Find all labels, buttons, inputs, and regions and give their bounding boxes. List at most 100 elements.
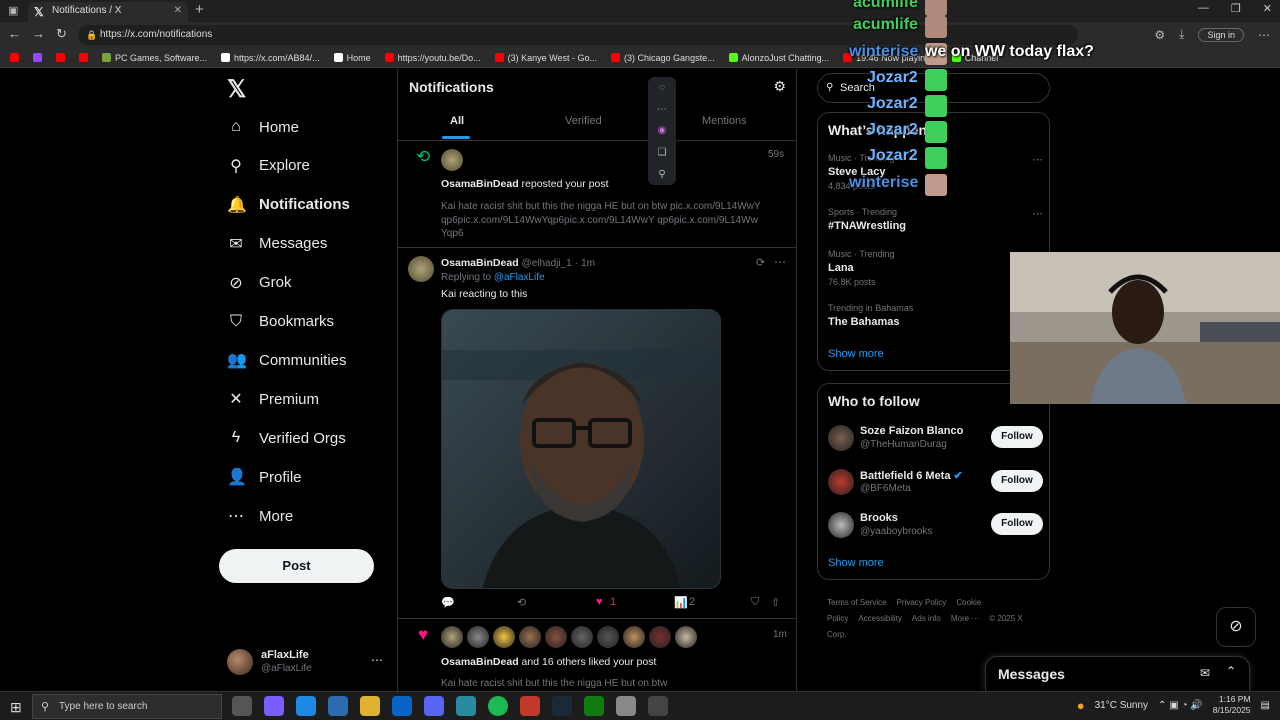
footer-link[interactable]: Terms of Service — [827, 598, 887, 607]
settings-gear-icon[interactable]: ⚙ — [773, 78, 786, 95]
liked-post-text[interactable]: Kai hate racist shit but this the nigga … — [441, 678, 667, 689]
nav-item-profile[interactable]: 👤 Profile — [227, 462, 302, 492]
likes-notification[interactable]: ♥ 1m OsamaBinDead and 16 others liked yo… — [398, 619, 796, 691]
nav-item-home[interactable]: ⌂ Home — [227, 112, 299, 142]
like-icon[interactable]: ♥ — [596, 596, 603, 608]
liker-avatar[interactable] — [545, 626, 567, 648]
account-more-icon[interactable]: ⋯ — [371, 653, 383, 667]
bookmark-item[interactable]: Channel — [951, 53, 998, 63]
repost-user[interactable]: OsamaBinDead — [441, 178, 519, 190]
bookmark-item[interactable]: Home — [333, 53, 371, 63]
xbox-app-icon[interactable] — [584, 696, 604, 716]
follow-button[interactable]: Follow — [991, 469, 1043, 492]
new-message-icon[interactable]: ✉ — [1200, 666, 1210, 680]
windows-start-icon[interactable]: ⊞ — [10, 699, 22, 716]
trend-item[interactable]: Music · Trending Steve Lacy 4,834 posts ⋯ — [828, 153, 1043, 191]
app-icon[interactable] — [616, 696, 636, 716]
bookmark-icon[interactable]: ⛉ — [751, 596, 759, 609]
bookmark-item[interactable] — [33, 53, 42, 62]
nav-item-grok[interactable]: ⊘ Grok — [227, 268, 291, 298]
likes-user[interactable]: OsamaBinDead — [441, 656, 519, 668]
reply-handle[interactable]: @elhadji_1 — [522, 258, 572, 269]
follow-suggestion[interactable]: Battlefield 6 Meta ✔ @BF6Meta Follow — [828, 467, 1043, 497]
tab-mentions[interactable]: Mentions — [702, 115, 747, 127]
liker-avatar[interactable] — [597, 626, 619, 648]
account-switcher[interactable]: aFlaxLife @aFlaxLife ⋯ — [227, 647, 387, 677]
bookmark-item[interactable]: (3) Chicago Gangste... — [611, 53, 715, 63]
footer-link[interactable]: More ··· — [951, 614, 979, 623]
copy-icon[interactable]: ❏ — [658, 147, 667, 158]
refresh-icon[interactable]: ↻ — [56, 26, 67, 42]
browser-tab[interactable]: 𝕏 Notifications / X ✕ — [28, 2, 188, 22]
nav-item-more[interactable]: ⋯ More — [227, 501, 293, 531]
app-icon[interactable] — [456, 696, 476, 716]
bookmark-item[interactable]: (3) Kanye West - Go... — [494, 53, 597, 63]
maximize-icon[interactable]: ❐ — [1231, 2, 1241, 15]
expand-icon[interactable]: ⌃ — [1226, 664, 1236, 678]
site-info-icon[interactable]: 🔒 — [86, 25, 97, 45]
steam-app-icon[interactable] — [552, 696, 572, 716]
share-icon[interactable]: ⇧ — [771, 596, 780, 609]
menu-dots-icon[interactable]: ⋯ — [1258, 28, 1270, 42]
tray-icons[interactable]: ⌃ ▣ ◔ 🔊 — [1158, 700, 1203, 711]
x-logo-icon[interactable]: 𝕏 — [227, 75, 246, 104]
follow-show-more-link[interactable]: Show more — [828, 557, 884, 569]
post-more-icon[interactable]: ⋯ — [774, 255, 786, 269]
close-window-icon[interactable]: ✕ — [1263, 2, 1272, 15]
tab-all[interactable]: All — [450, 115, 464, 127]
nav-item-messages[interactable]: ✉ Messages — [227, 229, 327, 259]
search-input[interactable]: ⚲ Search — [817, 73, 1050, 103]
footer-link[interactable]: Privacy Policy — [897, 598, 947, 607]
trend-more-icon[interactable]: ⋯ — [1032, 207, 1043, 220]
app-icon[interactable] — [520, 696, 540, 716]
more-icon[interactable]: ⋯ — [657, 104, 667, 115]
repost-notification[interactable]: ⟲ 59s OsamaBinDead reposted your post Ka… — [398, 141, 796, 247]
liker-avatar[interactable] — [493, 626, 515, 648]
file-explorer-icon[interactable] — [360, 696, 380, 716]
nav-item-communities[interactable]: 👥 Communities — [227, 345, 347, 375]
nav-item-premium[interactable]: ✕ Premium — [227, 384, 319, 414]
clock[interactable]: 1:16 PM 8/15/2025 — [1213, 694, 1251, 716]
nav-item-notifications[interactable]: 🔔 Notifications — [227, 190, 350, 220]
reply-icon[interactable]: 💬 — [441, 596, 455, 609]
copilot-app-icon[interactable] — [264, 696, 284, 716]
views-icon[interactable]: 📊 — [674, 596, 688, 609]
bookmark-item[interactable]: https://youtu.be/Do... — [384, 53, 481, 63]
tab-verified[interactable]: Verified — [565, 115, 602, 127]
new-tab-icon[interactable]: + — [195, 1, 204, 18]
replying-to-link[interactable]: @aFlaxLife — [494, 272, 545, 283]
reply-user[interactable]: OsamaBinDead — [441, 257, 519, 269]
notifications-tray-icon[interactable]: ▤ — [1261, 700, 1270, 711]
liker-avatar[interactable] — [519, 626, 541, 648]
copilot-icon[interactable]: ◉ — [658, 125, 667, 136]
post-image[interactable] — [441, 309, 721, 589]
bookmark-item[interactable] — [79, 53, 88, 62]
downloads-icon[interactable]: ⤓ — [1179, 27, 1184, 42]
grok-explain-icon[interactable]: ⟳ — [756, 256, 765, 269]
outlook-app-icon[interactable] — [392, 696, 412, 716]
close-tab-icon[interactable]: ✕ — [174, 2, 182, 20]
extensions-icon[interactable]: ⚙ — [1154, 28, 1165, 42]
user-avatar[interactable] — [408, 256, 434, 282]
liker-avatar[interactable] — [571, 626, 593, 648]
bookmark-item[interactable]: https://x.com/AB84/... — [221, 53, 320, 63]
tab-actions-icon[interactable]: ▣ — [8, 4, 18, 17]
url-input[interactable]: 🔒 https://x.com/notifications — [78, 25, 1078, 45]
hide-icon[interactable]: ◌ — [659, 82, 665, 93]
trends-show-more-link[interactable]: Show more — [828, 348, 884, 360]
bookmark-item[interactable]: PC Games, Software... — [102, 53, 207, 63]
weather-text[interactable]: 31°C Sunny — [1095, 700, 1148, 711]
sign-in-button[interactable]: Sign in — [1198, 27, 1244, 42]
liker-avatar[interactable] — [675, 626, 697, 648]
follow-button[interactable]: Follow — [991, 513, 1043, 535]
liker-avatar[interactable] — [623, 626, 645, 648]
bookmark-item[interactable]: AlonzoJust Chatting... — [728, 53, 829, 63]
taskbar-search-input[interactable]: ⚲ Type here to search — [32, 694, 222, 719]
post-button[interactable]: Post — [219, 549, 374, 583]
spotify-app-icon[interactable] — [488, 696, 508, 716]
grok-fab-icon[interactable]: ⊘ — [1216, 607, 1256, 647]
nav-item-explore[interactable]: ⚲ Explore — [227, 151, 310, 181]
obs-app-icon[interactable] — [648, 696, 668, 716]
repost-button-icon[interactable]: ⟲ — [517, 596, 526, 609]
follow-suggestion[interactable]: Brooks @yaaboybrooks Follow — [828, 510, 1043, 540]
